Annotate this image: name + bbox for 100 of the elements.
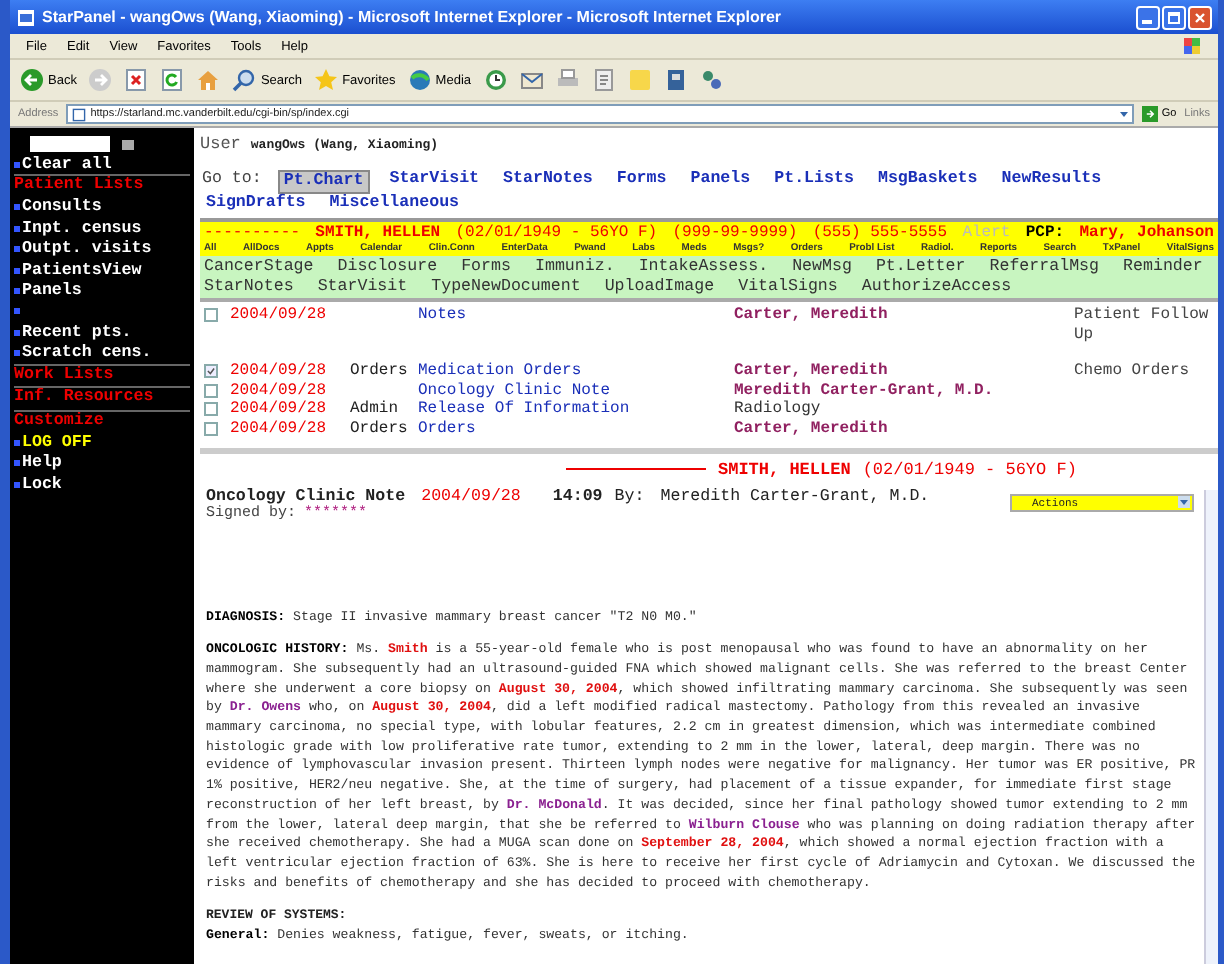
checkbox[interactable] — [204, 308, 218, 322]
nav-tab[interactable]: Forms — [612, 170, 671, 194]
nav-tab[interactable]: SignDrafts — [202, 194, 310, 214]
action-link[interactable]: TypeNewDocument — [431, 277, 581, 296]
sidebar-link[interactable]: Consults — [22, 198, 102, 217]
nav-tab[interactable]: StarNotes — [499, 170, 597, 194]
close-button[interactable] — [1188, 5, 1212, 29]
action-link[interactable]: Forms — [461, 258, 511, 277]
bullet-icon — [14, 204, 20, 211]
note-time: 14:09 — [552, 487, 603, 506]
document-author[interactable]: Meredith Carter-Grant, M.D. — [734, 381, 994, 400]
page-icon — [72, 107, 87, 121]
refresh-icon[interactable] — [160, 68, 185, 92]
nav-tab[interactable]: StarVisit — [385, 170, 484, 194]
dropdown-arrow-icon — [1178, 496, 1190, 509]
history-icon[interactable] — [483, 68, 508, 92]
patient-id: (999-99-9999) — [672, 224, 798, 242]
checkbox[interactable] — [204, 402, 218, 417]
minimize-button[interactable] — [1136, 5, 1160, 29]
sidebar-link[interactable]: PatientsView — [22, 261, 142, 280]
home-icon[interactable] — [196, 68, 221, 92]
patient-name: SMITH, HELLEN — [315, 224, 441, 242]
stop-icon[interactable] — [124, 68, 149, 92]
pcp-label: PCP: — [1025, 224, 1065, 242]
action-link[interactable]: IntakeAssess. — [638, 258, 769, 277]
action-link[interactable]: NewMsg — [792, 258, 852, 277]
document-author[interactable]: Carter, Meredith — [734, 362, 888, 381]
pcp-name[interactable]: Mary, Johanson — [1079, 224, 1214, 242]
action-link[interactable]: AuthorizeAccess — [861, 277, 1012, 296]
close-icon — [1194, 11, 1206, 23]
document-note: Patient Follow Up — [1074, 306, 1209, 344]
bullet-icon — [14, 439, 20, 446]
document-author[interactable]: Carter, Meredith — [734, 419, 888, 438]
action-link[interactable]: Reminder — [1123, 258, 1203, 277]
bullet-icon — [14, 161, 20, 168]
sidebar-link[interactable]: LOG OFF — [22, 433, 92, 452]
nav-tab[interactable]: NewResults — [997, 170, 1106, 194]
checkbox[interactable] — [204, 364, 218, 379]
document-author: Radiology — [734, 400, 821, 419]
bullet-icon — [14, 460, 20, 467]
nav-tab[interactable]: Panels — [686, 170, 755, 194]
action-link[interactable]: UploadImage — [604, 277, 715, 296]
patient-dob: (02/01/1949 - 56YO F) — [455, 224, 658, 242]
bullet-icon — [14, 350, 20, 357]
sidebar-link[interactable]: Help — [22, 454, 62, 473]
back-arrow-icon — [20, 68, 44, 92]
forward-icon[interactable] — [88, 68, 113, 92]
action-link[interactable]: Disclosure — [337, 258, 438, 277]
by-label: By: — [614, 487, 645, 506]
bullet-icon — [14, 267, 20, 274]
sidebar-link[interactable]: Inpt. census — [22, 219, 142, 238]
action-link[interactable]: CancerStage — [204, 258, 314, 277]
document-note: Chemo Orders — [1074, 362, 1190, 381]
document-author[interactable]: Carter, Meredith — [734, 306, 888, 324]
search-field[interactable] — [30, 136, 110, 152]
action-link[interactable]: Immuniz. — [534, 258, 615, 277]
search-button[interactable] — [122, 139, 134, 149]
document-link[interactable]: Medication Orders — [418, 362, 582, 381]
sidebar-link[interactable]: Recent pts. — [22, 323, 132, 342]
action-link[interactable]: StarNotes — [204, 277, 294, 296]
document-link[interactable]: Release Of Information — [418, 400, 630, 419]
sidebar-link[interactable]: Lock — [22, 475, 62, 494]
document-type: Orders — [350, 362, 408, 381]
sidebar-section-header[interactable]: Customize — [14, 409, 190, 433]
patient-phone: (555) 555-5555 — [812, 224, 948, 242]
nav-tab[interactable]: Pt.Lists — [770, 170, 858, 194]
edit-icon[interactable] — [591, 68, 616, 92]
maximize-button[interactable] — [1162, 5, 1186, 29]
sidebar-section-header[interactable]: Work Lists — [14, 363, 190, 387]
sidebar-link[interactable]: Clear all — [22, 155, 112, 174]
document-link[interactable]: Notes — [418, 306, 467, 324]
action-link[interactable]: VitalSigns — [738, 277, 838, 296]
patient-name: SMITH, HELLEN — [718, 459, 851, 480]
sidebar-link[interactable]: Outpt. visits — [22, 240, 152, 259]
nav-tab[interactable]: Miscellaneous — [325, 194, 464, 214]
action-link[interactable]: Pt.Letter — [875, 258, 966, 277]
sidebar-section-header[interactable]: Inf. Resources — [14, 386, 190, 410]
sidebar-link[interactable]: Scratch cens. — [22, 344, 152, 363]
action-link[interactable]: ReferralMsg — [989, 258, 1100, 277]
browser-icon — [16, 7, 36, 27]
checkbox[interactable] — [204, 383, 218, 398]
document-link[interactable]: Oncology Clinic Note — [418, 381, 611, 400]
mail-icon[interactable] — [519, 68, 544, 92]
nav-tab[interactable]: Pt.Chart — [277, 170, 370, 194]
bullet-icon — [14, 308, 20, 315]
document-link[interactable]: Orders — [418, 419, 476, 438]
document-date: 2004/09/28 — [230, 400, 329, 420]
document-type: Admin — [350, 400, 399, 419]
sidebar-section-header[interactable]: Patient Lists — [14, 174, 190, 198]
action-link[interactable]: StarVisit — [317, 277, 408, 296]
nav-tab[interactable]: MsgBaskets — [873, 170, 982, 194]
document-date: 2004/09/28 — [230, 362, 329, 382]
scrollbar[interactable] — [1204, 489, 1218, 964]
dropdown-arrow-icon[interactable] — [1117, 108, 1130, 120]
windows-logo-icon — [1182, 36, 1202, 56]
print-icon[interactable] — [555, 68, 580, 92]
book-icon[interactable] — [663, 68, 688, 92]
document-date: 2004/09/28 — [230, 419, 329, 440]
sidebar-link[interactable]: Panels — [22, 282, 82, 301]
checkbox[interactable] — [204, 421, 218, 436]
